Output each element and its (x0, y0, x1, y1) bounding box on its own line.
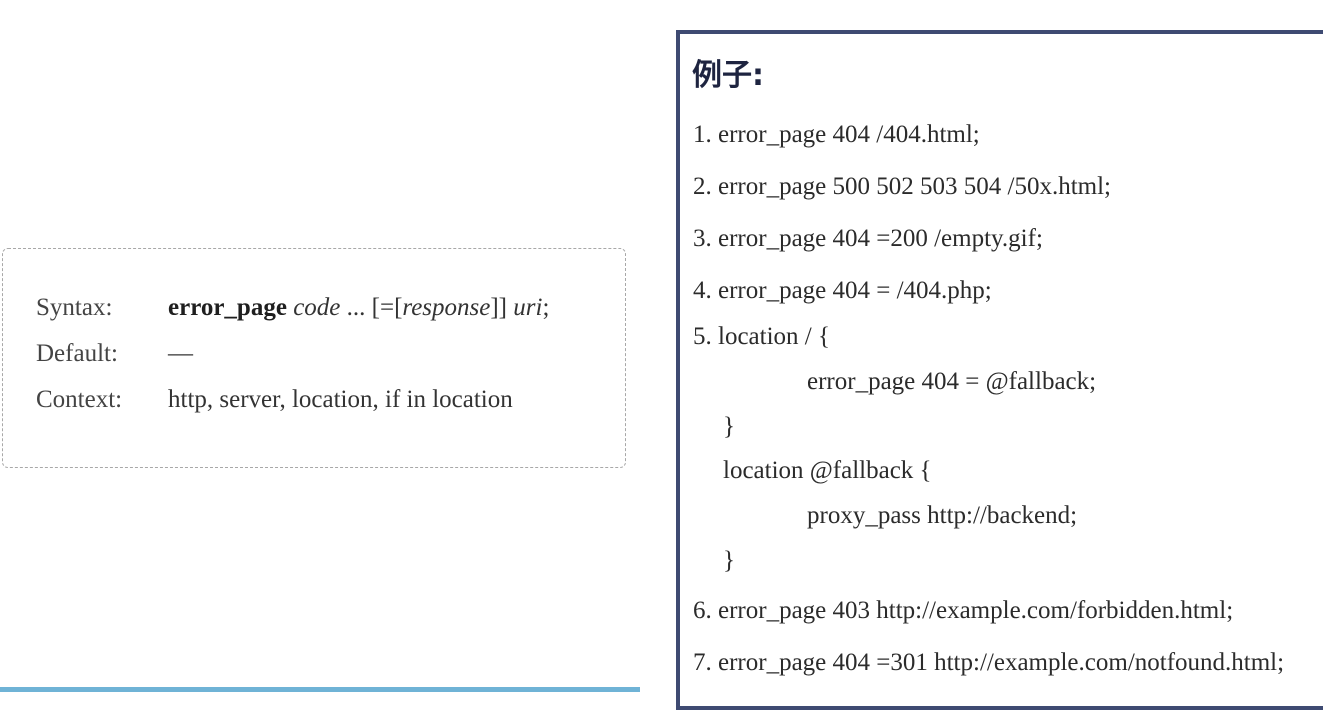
example-line-1: 1. error_page 404 /404.html; (693, 121, 980, 148)
example-line-fallback: location @fallback { (723, 457, 932, 484)
syntax-uri: uri (513, 294, 543, 321)
default-row: Default: — (36, 339, 193, 369)
syntax-label: Syntax: (36, 294, 113, 321)
syntax-ellipsis: ... (346, 294, 366, 321)
syntax-row: Syntax: error_page code ... [=[response]]… (36, 293, 549, 323)
syntax-directive: error_page (168, 294, 287, 321)
example-line-5: 5. location / { (693, 323, 830, 350)
syntax-value: error_page code ... [=[response]] uri; (168, 294, 549, 321)
syntax-bracket-open: [=[ (371, 294, 403, 321)
syntax-code: code (293, 294, 341, 321)
context-label: Context: (36, 386, 123, 413)
syntax-response: response (402, 294, 491, 321)
examples-title: 例子: (692, 58, 764, 93)
progress-bar (0, 687, 640, 692)
default-label: Default: (36, 340, 118, 367)
example-line-6: 6. error_page 403 http://example.com/for… (693, 597, 1234, 624)
syntax-bracket-close: ]] (490, 294, 507, 321)
example-line-3: 3. error_page 404 =200 /empty.gif; (693, 225, 1043, 252)
example-line-2: 2. error_page 500 502 503 504 /50x.html; (693, 173, 1111, 200)
examples-panel: 例子: 1. error_page 404 /404.html; 2. erro… (676, 30, 1323, 710)
default-value: — (168, 340, 193, 367)
syntax-box: Syntax: error_page code ... [=[response]]… (2, 248, 626, 468)
example-line-fallback-close: } (723, 547, 735, 574)
example-line-7: 7. error_page 404 =301 http://example.co… (693, 649, 1285, 676)
example-line-4: 4. error_page 404 = /404.php; (693, 277, 992, 304)
example-line-5-close: } (723, 413, 735, 440)
syntax-semicolon: ; (542, 294, 550, 321)
example-line-fallback-body: proxy_pass http://backend; (807, 502, 1078, 529)
example-line-5-body: error_page 404 = @fallback; (807, 368, 1097, 395)
context-row: Context: http, server, location, if in lo… (36, 385, 513, 415)
context-value: http, server, location, if in location (168, 386, 513, 413)
